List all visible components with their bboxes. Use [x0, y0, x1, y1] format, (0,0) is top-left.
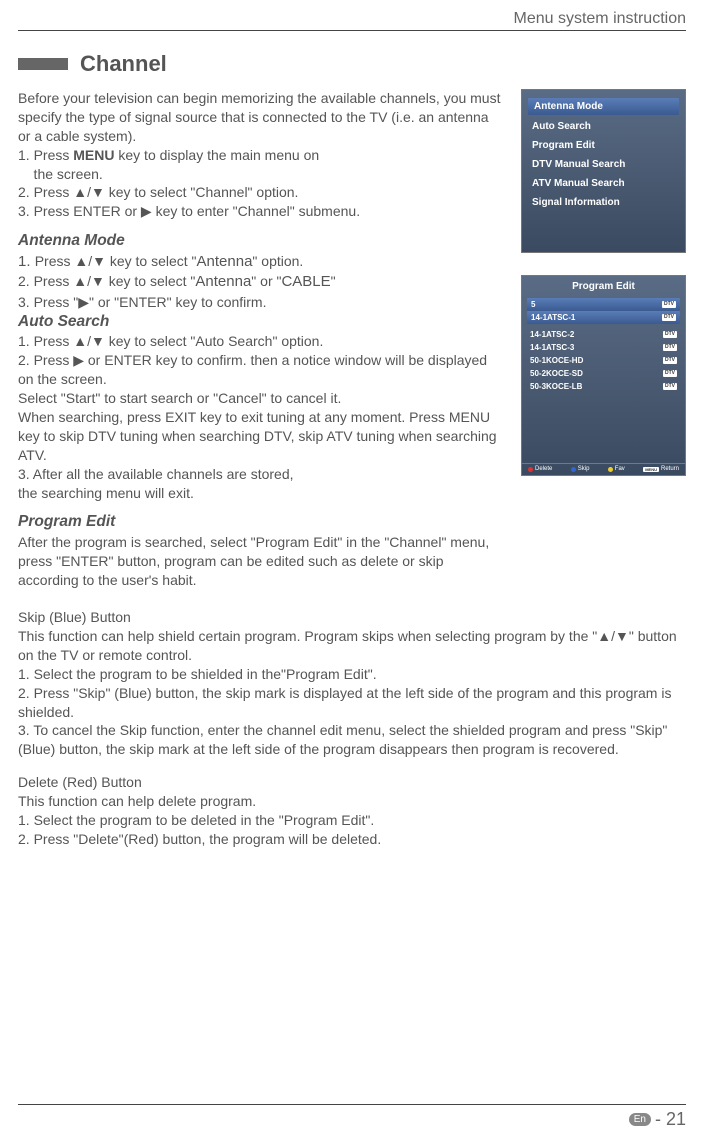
dtv-badge: DTV [663, 370, 677, 377]
channel-label: 50-3KOCE-LB [530, 382, 582, 391]
footer-skip[interactable]: Skip [571, 466, 590, 472]
intro-paragraph: Before your television can begin memoriz… [18, 89, 501, 146]
language-badge: En [629, 1113, 651, 1126]
program-edit-heading: Program Edit [18, 512, 501, 533]
footer-return[interactable]: MENU Return [643, 466, 679, 472]
text: " [331, 273, 336, 289]
program-row[interactable]: 50-3KOCE-LB DTV [522, 380, 685, 393]
red-dot-icon [528, 467, 533, 472]
lower-text-block: Skip (Blue) Button This function can hel… [18, 608, 686, 849]
skip-step-3: 3. To cancel the Skip function, enter th… [18, 721, 686, 759]
auto-search-heading: Auto Search [18, 312, 501, 333]
program-edit-footer: Delete Skip Fav MENU Return [522, 463, 685, 475]
footer-return-label: Return [661, 466, 679, 472]
program-edit-panel: Program Edit 5 DTV 14-1ATSC-1 DTV 14-1AT… [521, 275, 686, 476]
menu-key-icon: MENU [643, 467, 659, 472]
antenna-mode-heading: Antenna Mode [18, 231, 501, 252]
channel-label: 50-1KOCE-HD [530, 356, 583, 365]
autosearch-select: Select "Start" to start search or "Cance… [18, 389, 501, 408]
text: 1. Press [18, 147, 73, 163]
footer-delete[interactable]: Delete [528, 466, 552, 472]
autosearch-when: When searching, press EXIT key to exit t… [18, 408, 501, 465]
program-row[interactable]: 50-1KOCE-HD DTV [522, 354, 685, 367]
footer-fav[interactable]: Fav [608, 466, 625, 472]
menu-item-atv-manual[interactable]: ATV Manual Search [522, 174, 685, 193]
menu-item-signal-info[interactable]: Signal Information [522, 193, 685, 212]
page-number: - 21 [655, 1109, 686, 1130]
autosearch-step-2: 2. Press ▶ or ENTER key to confirm. then… [18, 351, 501, 389]
program-row[interactable]: 50-2KOCE-SD DTV [522, 367, 685, 380]
yellow-dot-icon [608, 467, 613, 472]
right-column: Antenna Mode Auto Search Program Edit DT… [521, 89, 686, 590]
text: Press ▲/▼ key to select " [35, 253, 197, 269]
skip-step-2: 2. Press "Skip" (Blue) button, the skip … [18, 684, 686, 722]
skip-heading: Skip (Blue) Button [18, 608, 686, 627]
program-edit-panel-title: Program Edit [522, 276, 685, 298]
page-footer: En - 21 [18, 1104, 686, 1130]
text: CABLE [281, 273, 330, 290]
program-row[interactable]: 14-1ATSC-2 DTV [522, 328, 685, 341]
channel-label: 14-1ATSC-2 [530, 330, 574, 339]
dtv-badge: DTV [662, 314, 676, 321]
antenna-step-3: 3. Press "▶" or "ENTER" key to confirm. [18, 293, 501, 312]
intro-step-3: 3. Press ENTER or ▶ key to enter "Channe… [18, 202, 501, 221]
autosearch-exit: the searching menu will exit. [18, 484, 501, 503]
delete-step-2: 2. Press "Delete"(Red) button, the progr… [18, 830, 686, 849]
channel-menu-panel: Antenna Mode Auto Search Program Edit DT… [521, 89, 686, 253]
dtv-badge: DTV [663, 383, 677, 390]
program-row[interactable]: 14-1ATSC-1 DTV [527, 311, 680, 324]
channel-label: 14-1ATSC-1 [531, 313, 575, 322]
text: 2. Press ▲/▼ key to select " [18, 273, 195, 289]
delete-para: This function can help delete program. [18, 792, 686, 811]
text: " option. [252, 253, 303, 269]
blue-dot-icon [571, 467, 576, 472]
text: Antenna [195, 273, 251, 290]
intro-step-1-cont: the screen. [18, 165, 501, 184]
dtv-badge: DTV [663, 357, 677, 364]
channel-label: 50-2KOCE-SD [530, 369, 583, 378]
menu-key-label: MENU [73, 147, 114, 163]
footer-fav-label: Fav [615, 466, 625, 472]
autosearch-step-3: 3. After all the available channels are … [18, 465, 501, 484]
section-title-row: Channel [18, 51, 686, 77]
skip-para: This function can help shield certain pr… [18, 627, 686, 665]
antenna-step-2: 2. Press ▲/▼ key to select "Antenna" or … [18, 272, 501, 292]
menu-item-auto-search[interactable]: Auto Search [522, 117, 685, 136]
panel-spacer [522, 393, 685, 463]
menu-item-dtv-manual[interactable]: DTV Manual Search [522, 155, 685, 174]
section-title: Channel [80, 51, 167, 77]
delete-step-1: 1. Select the program to be deleted in t… [18, 811, 686, 830]
footer-skip-label: Skip [578, 466, 590, 472]
program-edit-para: After the program is searched, select "P… [18, 533, 501, 590]
skip-step-1: 1. Select the program to be shielded in … [18, 665, 686, 684]
delete-heading: Delete (Red) Button [18, 773, 686, 792]
dtv-badge: DTV [663, 331, 677, 338]
dtv-badge: DTV [663, 344, 677, 351]
channel-label: 14-1ATSC-3 [530, 343, 574, 352]
program-row[interactable]: 5 DTV [527, 298, 680, 311]
autosearch-step-1: 1. Press ▲/▼ key to select "Auto Search"… [18, 332, 501, 351]
text: 1. [18, 253, 35, 270]
page-header: Menu system instruction [18, 10, 686, 31]
text: Antenna [197, 253, 253, 270]
intro-step-1: 1. Press MENU key to display the main me… [18, 146, 501, 165]
footer-delete-label: Delete [535, 466, 552, 472]
menu-item-antenna-mode[interactable]: Antenna Mode [528, 98, 679, 115]
body-text-column: Before your television can begin memoriz… [18, 89, 501, 590]
program-row[interactable]: 14-1ATSC-3 DTV [522, 341, 685, 354]
antenna-step-1: 1. Press ▲/▼ key to select "Antenna" opt… [18, 252, 501, 272]
dtv-badge: DTV [662, 301, 676, 308]
title-bar-decor [18, 58, 68, 70]
menu-item-program-edit[interactable]: Program Edit [522, 136, 685, 155]
channel-label: 5 [531, 300, 535, 309]
text: " or " [251, 273, 281, 289]
text: key to display the main menu on [114, 147, 319, 163]
intro-step-2: 2. Press ▲/▼ key to select "Channel" opt… [18, 183, 501, 202]
